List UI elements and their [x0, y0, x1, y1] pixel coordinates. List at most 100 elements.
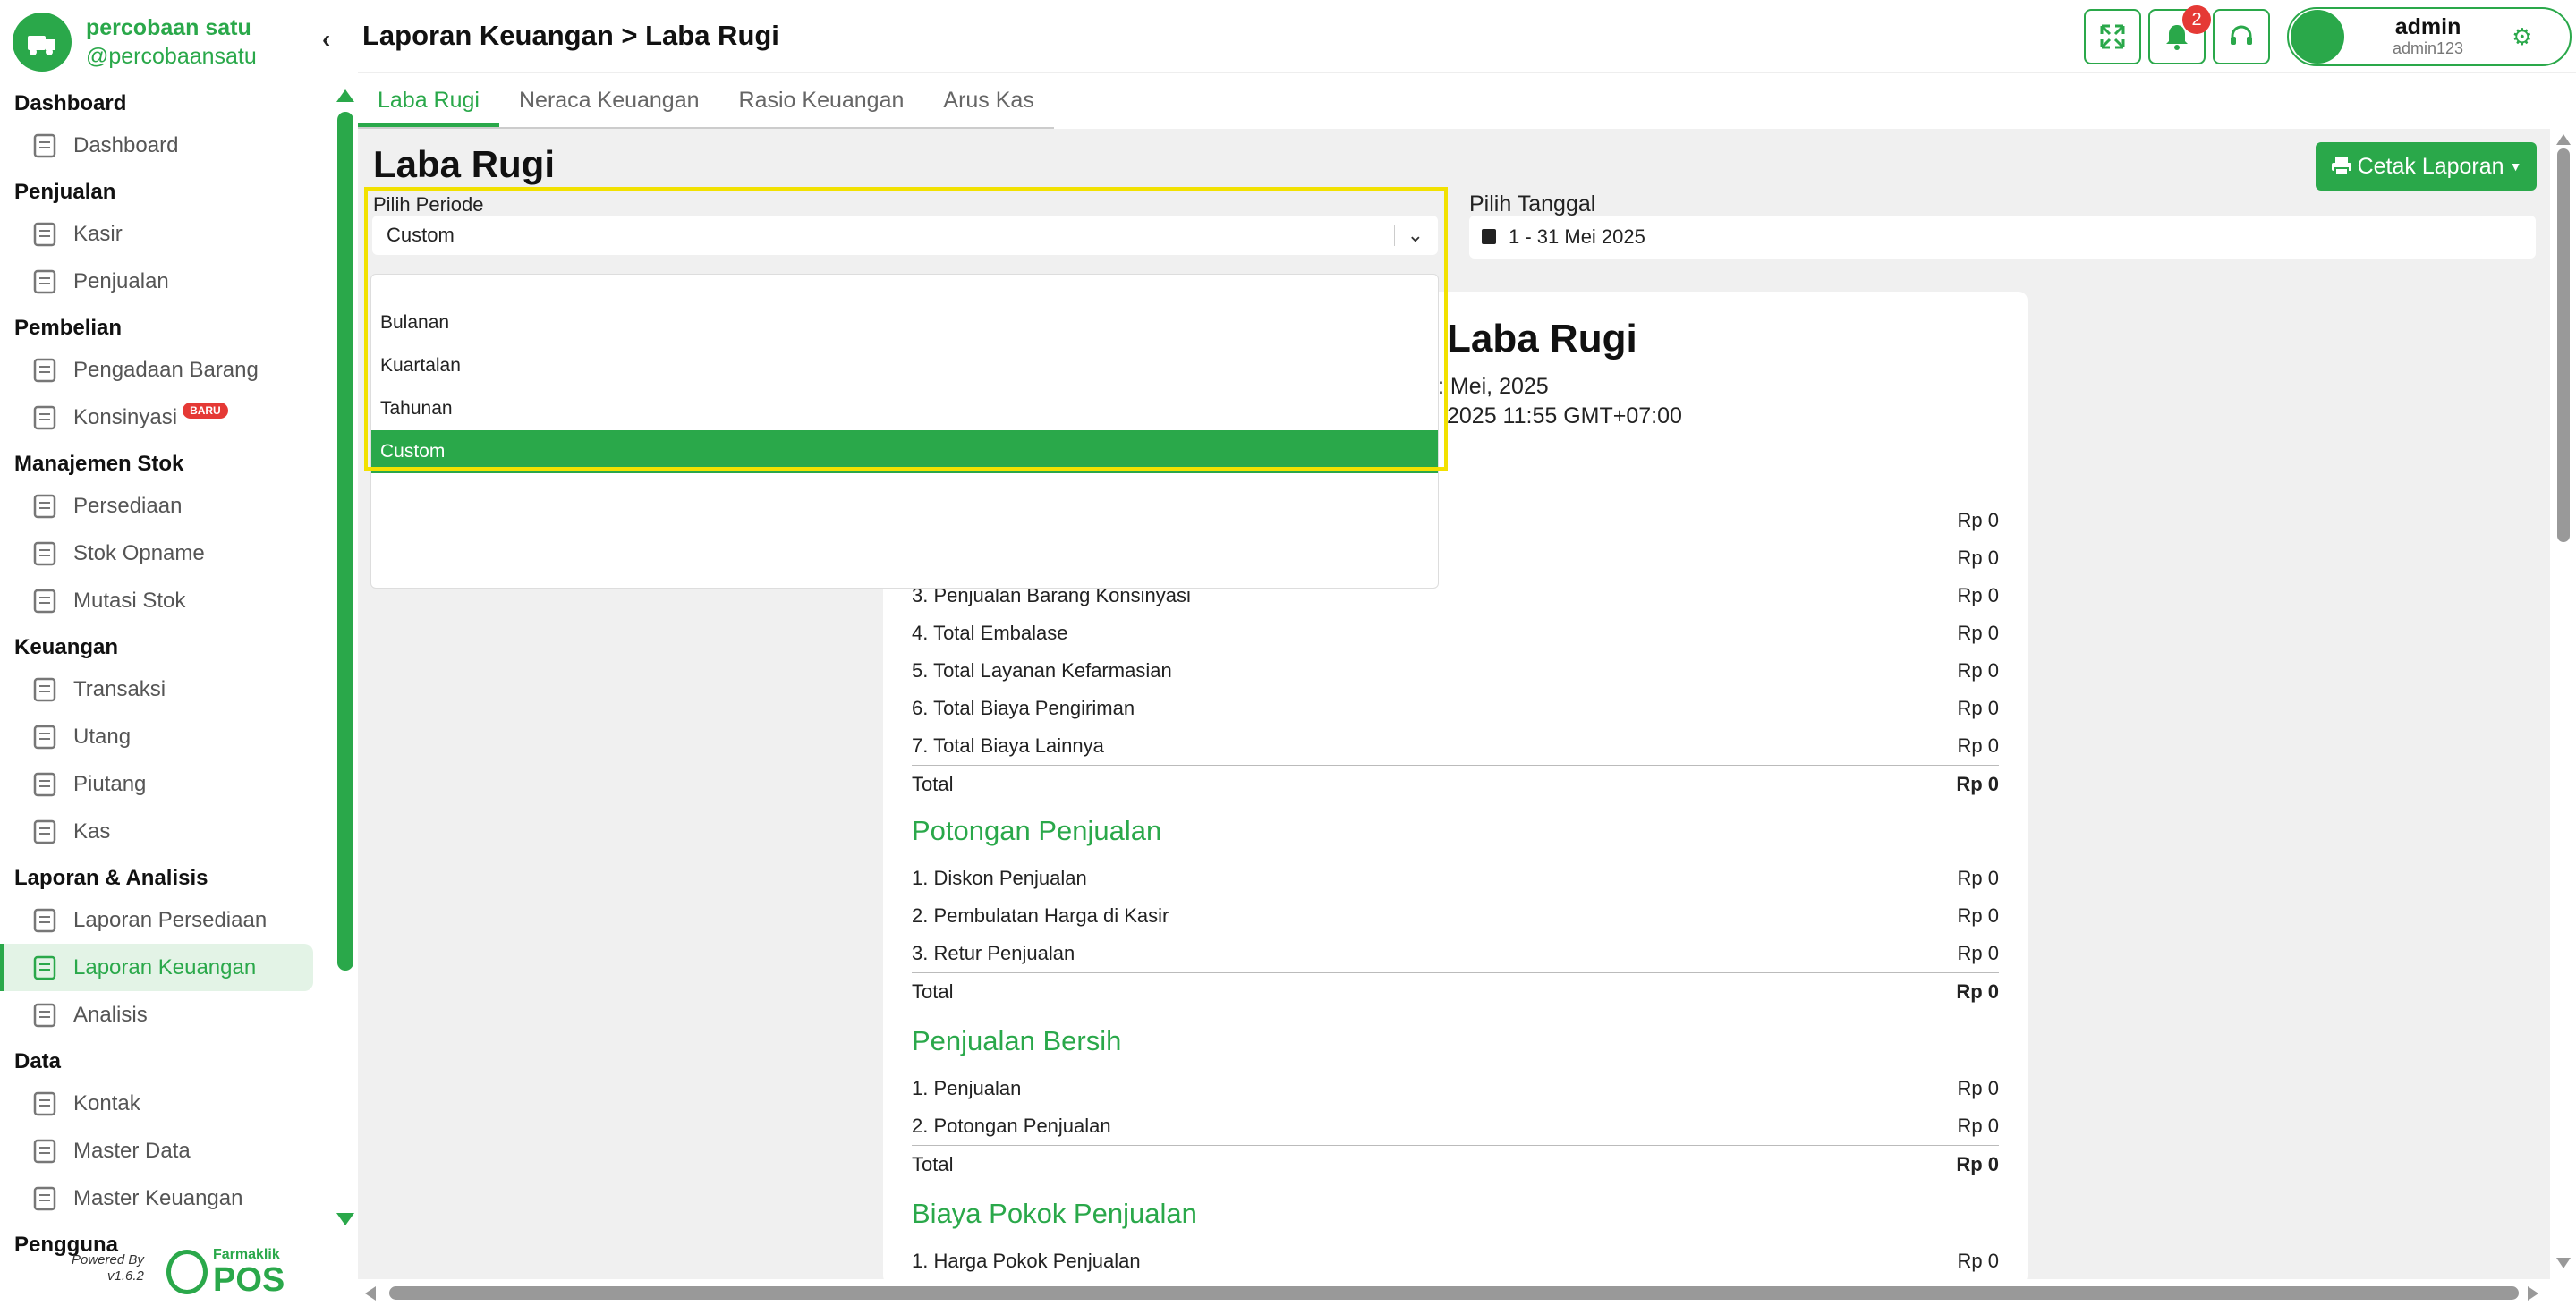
- sidebar-item-transaksi[interactable]: Transaksi: [0, 666, 313, 713]
- print-button-label: Cetak Laporan: [2357, 153, 2504, 179]
- total-label: Total: [912, 980, 954, 1003]
- scroll-up-icon[interactable]: [2556, 134, 2571, 145]
- sidebar-item-kasir[interactable]: Kasir: [0, 210, 313, 258]
- user-name: admin: [2394, 14, 2461, 39]
- tab-laba-rugi[interactable]: Laba Rugi: [358, 79, 499, 127]
- gear-icon[interactable]: ⚙: [2512, 23, 2532, 51]
- sidebar-item-dashboard[interactable]: Dashboard: [0, 122, 313, 169]
- sidebar-item-label: Laporan Keuangan: [73, 954, 257, 980]
- inventory-icon: [30, 492, 59, 521]
- sidebar-item-piutang[interactable]: Piutang: [0, 760, 313, 808]
- collapse-sidebar-icon[interactable]: ‹: [322, 25, 330, 54]
- row-value: Rp 0: [1957, 1077, 1999, 1099]
- brand-logo-icon: [13, 13, 72, 72]
- sidebar-section-title: Data: [14, 1049, 62, 1073]
- notification-button[interactable]: 2: [2148, 5, 2211, 64]
- row-value: Rp 0: [1957, 697, 1999, 719]
- caret-down-icon: ▼: [2509, 159, 2522, 174]
- report-row: 6. Total Biaya Pengiriman Rp 0: [912, 690, 1999, 727]
- farmaklik-mark-icon: [166, 1250, 208, 1294]
- sidebar-item-persediaan[interactable]: Persediaan: [0, 482, 313, 530]
- sidebar-item-utang[interactable]: Utang: [0, 713, 313, 760]
- sidebar-item-label: Kasir: [73, 221, 123, 246]
- activity-icon: [30, 1001, 59, 1030]
- sidebar-item-penjualan[interactable]: Penjualan: [0, 258, 313, 305]
- support-button[interactable]: [2213, 9, 2270, 64]
- report-row: 3. Retur Penjualan Rp 0: [912, 935, 1999, 972]
- page-horizontal-scrollbar[interactable]: [358, 1279, 2576, 1306]
- sidebar-section-title: Laporan & Analisis: [14, 866, 208, 890]
- row-label: 2. Pembulatan Harga di Kasir: [912, 904, 1169, 927]
- sidebar-item-analisis[interactable]: Analisis: [0, 991, 313, 1039]
- sidebar-section-title: Penjualan: [14, 180, 116, 204]
- page-vertical-scrollbar[interactable]: [2550, 129, 2576, 1279]
- row-value: Rp 0: [1957, 584, 1999, 606]
- expand-icon: [2100, 24, 2125, 49]
- fullscreen-button[interactable]: [2084, 9, 2141, 64]
- sidebar-item-label: Persediaan: [73, 493, 183, 518]
- sidebar-item-laporan-persediaan[interactable]: Laporan Persediaan: [0, 896, 313, 944]
- sidebar-item-label: Kontak: [73, 1090, 140, 1115]
- report-section: Penjualan Bersih 1. Penjualan Rp 0 2. Poton…: [912, 1023, 1999, 1183]
- total-label: Total: [912, 773, 954, 795]
- sidebar-scroll-down-icon[interactable]: [336, 1213, 354, 1225]
- breadcrumb: Laporan Keuangan > Laba Rugi: [362, 20, 779, 51]
- vertical-scroll-thumb[interactable]: [2557, 148, 2570, 542]
- clipboard-icon: [30, 954, 59, 982]
- report-row: 7. Total Biaya Lainnya Rp 0: [912, 727, 1999, 765]
- sidebar-item-pengadaan-barang[interactable]: Pengadaan Barang: [0, 346, 313, 394]
- sidebar-scroll-up-icon[interactable]: [336, 89, 354, 102]
- sidebar-section-title: Dashboard: [14, 91, 127, 115]
- sidebar-item-label: Stok Opname: [73, 540, 205, 565]
- brand[interactable]: percobaan satu @percobaansatu: [13, 13, 257, 72]
- tab-arus-kas[interactable]: Arus Kas: [923, 79, 1053, 127]
- sidebar-item-stok-opname[interactable]: Stok Opname: [0, 530, 313, 577]
- sidebar-scrollbar[interactable]: [337, 112, 353, 971]
- sidebar-item-label: Utang: [73, 724, 132, 749]
- printer-icon: [2331, 157, 2351, 176]
- sidebar-item-label: Pengadaan Barang: [73, 357, 259, 382]
- report-row: 1. Diskon Penjualan Rp 0: [912, 860, 1999, 897]
- horizontal-scroll-thumb[interactable]: [389, 1286, 2519, 1300]
- version-label: v1.6.2: [107, 1268, 144, 1284]
- row-value: Rp 0: [1957, 547, 1999, 569]
- sidebar-item-master-data[interactable]: Master Data: [0, 1127, 313, 1175]
- row-label: 1. Diskon Penjualan: [912, 867, 1087, 889]
- user-handle: admin123: [2393, 39, 2464, 57]
- sidebar-item-laporan-keuangan[interactable]: Laporan Keuangan: [0, 944, 313, 991]
- list-card-icon: [30, 1137, 59, 1166]
- calendar-icon: [1482, 229, 1496, 244]
- sidebar-item-konsinyasi[interactable]: Konsinyasi BARU: [0, 394, 313, 441]
- total-value: Rp 0: [1956, 1153, 1999, 1175]
- report-section: Biaya Pokok Penjualan 1. Harga Pokok Penj…: [912, 1196, 1999, 1280]
- sidebar-item-kontak[interactable]: Kontak: [0, 1080, 313, 1127]
- new-badge: BARU: [183, 402, 228, 419]
- wallet-icon: [30, 1184, 59, 1213]
- date-range-input[interactable]: 1 - 31 Mei 2025: [1469, 216, 2536, 259]
- inventory-icon: [30, 539, 59, 568]
- report-section: Potongan Penjualan 1. Diskon Penjualan Rp …: [912, 813, 1999, 1010]
- tab-rasio-keuangan[interactable]: Rasio Keuangan: [719, 79, 924, 127]
- scroll-right-icon[interactable]: [2528, 1286, 2538, 1301]
- notification-badge: 2: [2182, 5, 2211, 34]
- scroll-down-icon[interactable]: [2556, 1258, 2571, 1268]
- avatar: [2291, 10, 2344, 64]
- total-value: Rp 0: [1956, 773, 1999, 795]
- sidebar-item-kas[interactable]: Kas: [0, 808, 313, 855]
- report-row: 4. Total Embalase Rp 0: [912, 615, 1999, 652]
- row-label: 3. Retur Penjualan: [912, 942, 1075, 964]
- report-row: 1. Penjualan Rp 0: [912, 1070, 1999, 1107]
- sidebar-item-label: Transaksi: [73, 676, 166, 701]
- user-menu[interactable]: admin admin123 ⚙: [2287, 7, 2572, 66]
- sidebar-item-master-keuangan[interactable]: Master Keuangan: [0, 1175, 313, 1222]
- sidebar-item-mutasi-stok[interactable]: Mutasi Stok: [0, 577, 313, 624]
- sidebar-item-label: Dashboard: [73, 132, 179, 157]
- grid-icon: [30, 131, 59, 160]
- row-value: Rp 0: [1957, 734, 1999, 757]
- scroll-left-icon[interactable]: [365, 1286, 376, 1301]
- row-label: 6. Total Biaya Pengiriman: [912, 697, 1135, 719]
- print-report-button[interactable]: Cetak Laporan ▼: [2316, 142, 2537, 191]
- box-cart-icon: [30, 356, 59, 385]
- tab-neraca-keuangan[interactable]: Neraca Keuangan: [499, 79, 719, 127]
- row-value: Rp 0: [1957, 622, 1999, 644]
